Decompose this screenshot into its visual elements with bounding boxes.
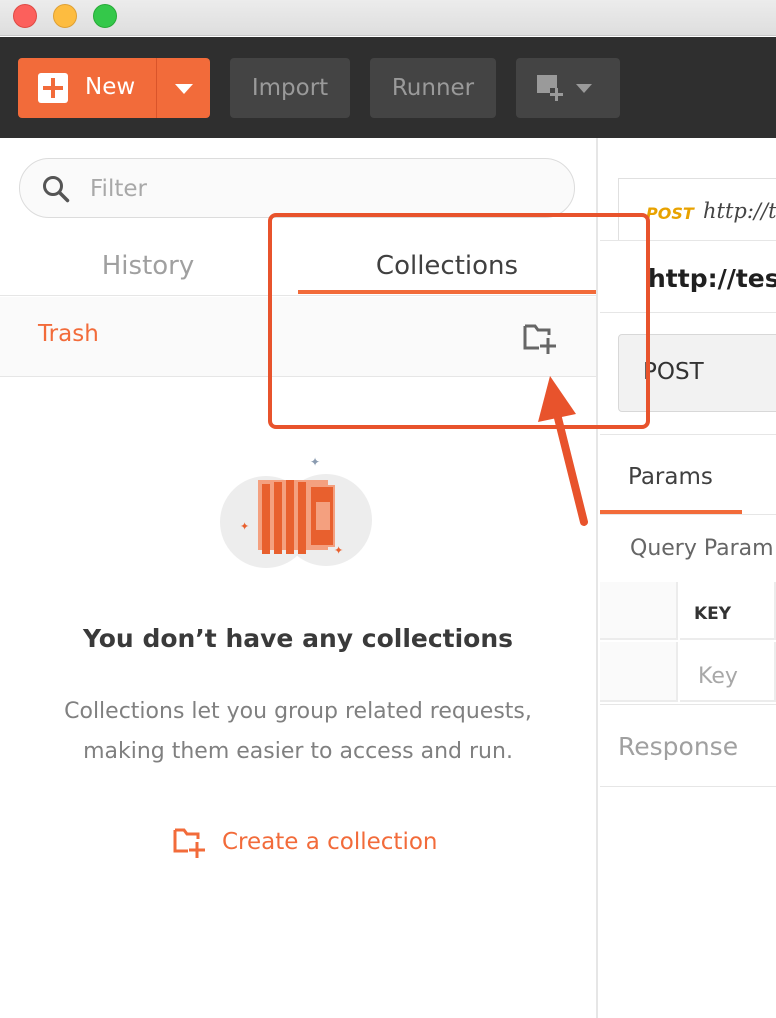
plus-icon (38, 73, 68, 103)
svg-text:✦: ✦ (240, 520, 249, 533)
sidebar: History Collections Trash ✦ ✦ ✦ You don’… (0, 138, 598, 1018)
key-column-header: KEY (694, 604, 732, 624)
query-params-label: Query Param (630, 536, 774, 561)
search-icon (43, 176, 70, 203)
new-button[interactable]: New (18, 58, 210, 118)
tab-collections[interactable]: Collections (298, 236, 596, 296)
create-collection-icon (173, 828, 205, 858)
filter-search-box[interactable] (19, 158, 575, 218)
caret-down-icon[interactable] (175, 84, 193, 94)
create-collection-link[interactable]: Create a collection (172, 822, 438, 862)
tab-history[interactable]: History (0, 236, 296, 296)
caret-down-icon (576, 84, 592, 93)
active-tab-indicator (298, 290, 596, 294)
new-collection-icon[interactable] (522, 321, 558, 355)
maximize-window-button[interactable] (93, 4, 117, 28)
request-heading: http://test (648, 264, 776, 293)
divider (600, 312, 776, 313)
svg-text:✦: ✦ (334, 544, 343, 557)
method-select[interactable]: POST (618, 334, 776, 412)
trash-row: Trash (0, 297, 596, 377)
svg-text:✦: ✦ (310, 455, 320, 469)
tab-params[interactable]: Params (628, 464, 713, 490)
divider (600, 786, 776, 787)
empty-state-title: You don’t have any collections (82, 624, 514, 653)
divider (600, 434, 776, 435)
runner-button[interactable]: Runner (370, 58, 496, 118)
new-window-button[interactable] (516, 58, 620, 118)
create-collection-label: Create a collection (222, 829, 438, 855)
method-select-value: POST (643, 359, 704, 385)
request-panel: POST http://te http://test POST Params Q… (600, 138, 776, 1018)
close-window-button[interactable] (13, 4, 37, 28)
trash-link[interactable]: Trash (38, 321, 99, 347)
request-tab[interactable]: POST http://te (618, 178, 776, 240)
minimize-window-button[interactable] (53, 4, 77, 28)
divider (600, 240, 776, 241)
new-button-label: New (85, 74, 136, 100)
request-tab-url: http://te (703, 199, 776, 223)
window-titlebar (0, 0, 776, 36)
import-button[interactable]: Import (230, 58, 350, 118)
table-cell (600, 642, 678, 702)
divider (600, 704, 776, 705)
filter-input[interactable] (90, 171, 560, 207)
new-button-divider (156, 58, 157, 118)
divider (600, 514, 776, 515)
collection-illustration: ✦ ✦ ✦ (220, 455, 372, 568)
table-cell (600, 582, 678, 640)
key-input-placeholder[interactable]: Key (698, 664, 738, 689)
response-label: Response (618, 732, 739, 761)
top-toolbar: New Import Runner (0, 37, 776, 138)
empty-state-description: Collections let you group related reques… (64, 699, 532, 764)
request-tab-method: POST (646, 204, 694, 223)
new-window-icon (537, 75, 564, 101)
sidebar-tabs: History Collections (0, 236, 596, 296)
